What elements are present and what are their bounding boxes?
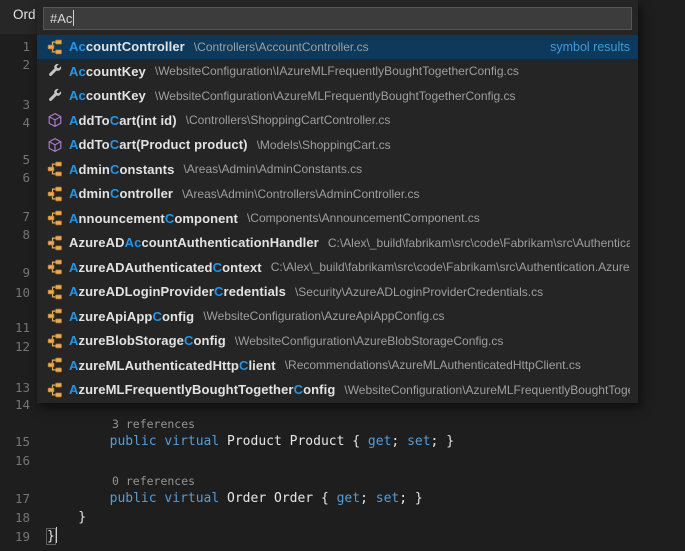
- symbol-result-row[interactable]: AccountController \Controllers\AccountCon…: [37, 35, 638, 60]
- symbol-result-row[interactable]: AzureBlobStorageConfig \WebsiteConfigurat…: [37, 329, 638, 354]
- class-icon: [47, 357, 63, 373]
- symbol-result-row[interactable]: AzureMLFrequentlyBoughtTogetherConfig \We…: [37, 378, 638, 403]
- line-number: 5: [0, 150, 30, 169]
- text-cursor: [56, 527, 57, 543]
- symbol-result-row[interactable]: AzureMLAuthenticatedHttpClient \Recommend…: [37, 353, 638, 378]
- class-icon: [47, 210, 63, 226]
- symbol-path: \Components\AnnouncementComponent.cs: [247, 211, 480, 225]
- symbol-name: AzureMLFrequentlyBoughtTogetherConfig: [69, 382, 335, 397]
- symbol-result-row[interactable]: AzureADLoginProviderCredentials \Security…: [37, 280, 638, 305]
- line-number: 12: [0, 337, 30, 356]
- vscode-window: Ord 12345678910111213141516171819 3 refe…: [0, 0, 685, 551]
- symbol-result-row[interactable]: AdminController \Areas\Admin\Controllers\…: [37, 182, 638, 207]
- class-icon: [47, 382, 63, 398]
- symbol-name: AccountController: [69, 39, 185, 54]
- query-text: #Ac: [50, 11, 72, 26]
- symbol-name: AdminController: [69, 186, 173, 201]
- line-number: 8: [0, 225, 30, 244]
- symbol-result-row[interactable]: AnnouncementComponent \Components\Announc…: [37, 206, 638, 231]
- class-icon: [47, 259, 63, 275]
- quick-open-panel: #Ac AccountController \Controllers\Accoun…: [37, 0, 638, 403]
- line-number: 14: [0, 395, 30, 414]
- symbol-path: \Controllers\ShoppingCartController.cs: [186, 113, 391, 127]
- symbol-name: AdminConstants: [69, 162, 174, 177]
- codelens-references: 0 references: [112, 473, 195, 490]
- line-number: 9: [0, 263, 30, 282]
- line-number: 4: [0, 113, 30, 132]
- method-icon: [47, 137, 63, 153]
- symbol-path: \Recommendations\AzureMLAuthenticatedHtt…: [285, 358, 581, 372]
- wrench-icon: [47, 63, 63, 79]
- line-number: 2: [0, 55, 30, 74]
- symbol-path: \Areas\Admin\AdminConstants.cs: [183, 162, 362, 176]
- code-line: public virtual Order Order { get; set; }: [47, 489, 423, 508]
- quick-open-input[interactable]: #Ac: [43, 7, 632, 30]
- symbol-path: C:\Alex\_build\fabrikam\src\code\Fabrika…: [328, 236, 630, 250]
- symbol-result-row[interactable]: AddToCart(Product product) \Models\Shoppi…: [37, 133, 638, 158]
- line-number: 10: [0, 283, 30, 302]
- symbol-result-row[interactable]: AzureApiAppConfig \WebsiteConfiguration\A…: [37, 304, 638, 329]
- symbol-name: AccountKey: [69, 64, 146, 79]
- class-icon: [47, 186, 63, 202]
- symbol-path: \Security\AzureADLoginProviderCredential…: [295, 285, 543, 299]
- symbol-name: AzureMLAuthenticatedHttpClient: [69, 358, 276, 373]
- line-number: 7: [0, 207, 30, 226]
- wrench-icon: [47, 88, 63, 104]
- bracket-match: }: [47, 529, 55, 544]
- class-icon: [47, 333, 63, 349]
- symbol-name: AzureADLoginProviderCredentials: [69, 284, 286, 299]
- symbol-name: AzureApiAppConfig: [69, 309, 194, 324]
- symbol-result-row[interactable]: AzureADAuthenticatedContext C:\Alex\_buil…: [37, 255, 638, 280]
- symbol-path: \Models\ShoppingCart.cs: [257, 138, 391, 152]
- line-number: 11: [0, 318, 30, 337]
- symbol-name: AddToCart(int id): [69, 113, 177, 128]
- symbol-path: \WebsiteConfiguration\AzureMLFrequentlyB…: [344, 383, 630, 397]
- line-number: 16: [0, 451, 30, 470]
- symbol-path: \WebsiteConfiguration\AzureMLFrequentlyB…: [155, 89, 516, 103]
- symbol-results-list: AccountController \Controllers\AccountCon…: [37, 35, 638, 403]
- class-icon: [47, 235, 63, 251]
- class-icon: [47, 39, 63, 55]
- symbol-result-row[interactable]: AccountKey \WebsiteConfiguration\AzureMLF…: [37, 84, 638, 109]
- results-type-badge: symbol results: [540, 40, 630, 54]
- symbol-name: AzureADAccountAuthenticationHandler: [69, 235, 319, 250]
- code-line: }: [47, 527, 57, 546]
- symbol-path: \WebsiteConfiguration\AzureBlobStorageCo…: [235, 334, 504, 348]
- symbol-result-row[interactable]: AzureADAccountAuthenticationHandler C:\Al…: [37, 231, 638, 256]
- editor-gutter: 12345678910111213141516171819: [0, 0, 30, 551]
- line-number: 17: [0, 489, 30, 508]
- symbol-name: AccountKey: [69, 88, 146, 103]
- code-line: public virtual Product Product { get; se…: [47, 432, 454, 451]
- symbol-name: AzureBlobStorageConfig: [69, 333, 226, 348]
- line-number: 1: [0, 37, 30, 56]
- class-icon: [47, 284, 63, 300]
- codelens-references: 3 references: [112, 416, 195, 433]
- line-number: 3: [0, 95, 30, 114]
- symbol-path: \WebsiteConfiguration\AzureApiAppConfig.…: [203, 309, 444, 323]
- symbol-result-row[interactable]: AccountKey \WebsiteConfiguration\IAzureML…: [37, 59, 638, 84]
- method-icon: [47, 112, 63, 128]
- symbol-path: C:\Alex\_build\fabrikam\src\code\Fabrika…: [271, 260, 630, 274]
- line-number: 18: [0, 508, 30, 527]
- symbol-name: AzureADAuthenticatedContext: [69, 260, 262, 275]
- symbol-name: AnnouncementComponent: [69, 211, 238, 226]
- symbol-result-row[interactable]: AdminConstants \Areas\Admin\AdminConstant…: [37, 157, 638, 182]
- symbol-result-row[interactable]: AddToCart(int id) \Controllers\ShoppingCa…: [37, 108, 638, 133]
- symbol-path: \Areas\Admin\Controllers\AdminController…: [182, 187, 419, 201]
- line-number: 15: [0, 432, 30, 451]
- symbol-name: AddToCart(Product product): [69, 137, 248, 152]
- class-icon: [47, 308, 63, 324]
- symbol-path: \WebsiteConfiguration\IAzureMLFrequently…: [155, 64, 519, 78]
- input-cursor: [73, 10, 74, 26]
- class-icon: [47, 161, 63, 177]
- line-number: 6: [0, 168, 30, 187]
- code-line: }: [47, 508, 86, 527]
- line-number: 19: [0, 527, 30, 546]
- symbol-path: \Controllers\AccountController.cs: [194, 40, 369, 54]
